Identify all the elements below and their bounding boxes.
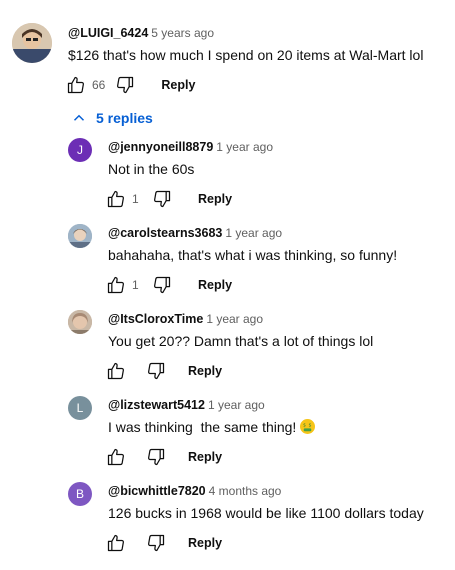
comment-text-body: I was thinking the same thing!	[108, 419, 297, 435]
like-button[interactable]	[104, 445, 128, 469]
dislike-button[interactable]	[150, 273, 174, 297]
reply-button[interactable]: Reply	[198, 278, 232, 292]
thumbs-up-icon	[67, 76, 84, 94]
thumbs-up-icon	[107, 448, 124, 466]
comment-header: @LUIGI_6424 5 years ago	[68, 26, 214, 40]
comment-actions: Reply	[104, 359, 222, 383]
thumbs-up-icon	[107, 190, 124, 208]
comment-text: $126 that's how much I spend on 20 items…	[68, 47, 424, 63]
timestamp[interactable]: 1 year ago	[216, 140, 273, 154]
like-count: 1	[132, 278, 139, 292]
comment-actions: 66 Reply	[64, 73, 195, 97]
avatar-letter: L	[76, 401, 84, 415]
reply-button[interactable]: Reply	[188, 450, 222, 464]
dislike-button[interactable]	[144, 531, 168, 555]
replies-toggle-label: 5 replies	[96, 110, 153, 126]
avatar-photo-icon	[68, 310, 92, 334]
avatar[interactable]	[68, 310, 92, 334]
comment-actions: 1 Reply	[104, 273, 232, 297]
avatar[interactable]	[68, 224, 92, 248]
comment-header: @ItsCloroxTime 1 year ago	[108, 312, 263, 326]
thumbs-down-icon	[154, 276, 171, 294]
money-mouth-face-icon: $ $	[300, 419, 316, 434]
avatar-letter: J	[77, 143, 83, 157]
author-name[interactable]: @LUIGI_6424	[68, 26, 148, 40]
thumbs-up-icon	[107, 276, 124, 294]
comment-header: @bicwhittle7820 4 months ago	[108, 484, 281, 498]
like-button[interactable]	[104, 187, 128, 211]
timestamp[interactable]: 5 years ago	[151, 26, 214, 40]
thumbs-down-icon	[148, 362, 165, 380]
comment-actions: Reply	[104, 445, 222, 469]
author-name[interactable]: @jennyoneill8879	[108, 140, 213, 154]
dislike-button[interactable]	[144, 445, 168, 469]
author-name[interactable]: @carolstearns3683	[108, 226, 222, 240]
thumbs-down-icon	[117, 76, 134, 94]
comment-header: @jennyoneill8879 1 year ago	[108, 140, 273, 154]
reply-button[interactable]: Reply	[188, 364, 222, 378]
avatar[interactable]: L	[68, 396, 92, 420]
dislike-button[interactable]	[150, 187, 174, 211]
svg-text:$: $	[309, 423, 312, 429]
dislike-button[interactable]	[144, 359, 168, 383]
replies-toggle[interactable]: 5 replies	[70, 109, 153, 127]
like-count: 1	[132, 192, 139, 206]
timestamp[interactable]: 1 year ago	[208, 398, 265, 412]
like-button[interactable]	[104, 531, 128, 555]
comment-header: @lizstewart5412 1 year ago	[108, 398, 265, 412]
author-name[interactable]: @ItsCloroxTime	[108, 312, 203, 326]
author-name[interactable]: @bicwhittle7820	[108, 484, 206, 498]
comment-text: 126 bucks in 1968 would be like 1100 dol…	[108, 505, 424, 521]
reply-button[interactable]: Reply	[188, 536, 222, 550]
avatar-letter: B	[75, 487, 84, 501]
reply-button[interactable]: Reply	[198, 192, 232, 206]
like-button[interactable]	[104, 359, 128, 383]
author-name[interactable]: @lizstewart5412	[108, 398, 205, 412]
like-button[interactable]	[104, 273, 128, 297]
timestamp[interactable]: 4 months ago	[209, 484, 282, 498]
timestamp[interactable]: 1 year ago	[206, 312, 263, 326]
comment-actions: Reply	[104, 531, 222, 555]
comment-text: You get 20?? Damn that's a lot of things…	[108, 333, 374, 349]
avatar-photo-icon	[12, 23, 52, 63]
dislike-button[interactable]	[113, 73, 137, 97]
comment-text: I was thinking the same thing! $ $	[108, 419, 316, 435]
reply-button[interactable]: Reply	[161, 78, 195, 92]
comment-actions: 1 Reply	[104, 187, 232, 211]
avatar-photo-icon	[68, 224, 92, 248]
comment-text: bahahaha, that's what i was thinking, so…	[108, 247, 398, 263]
thumbs-down-icon	[154, 190, 171, 208]
avatar[interactable]	[12, 23, 52, 63]
chevron-up-icon	[73, 114, 85, 121]
avatar[interactable]: J	[68, 138, 92, 162]
like-button[interactable]	[64, 73, 88, 97]
svg-text:$: $	[303, 423, 306, 429]
thumbs-up-icon	[107, 534, 124, 552]
thumbs-down-icon	[148, 448, 165, 466]
comment-text: Not in the 60s	[108, 161, 195, 177]
timestamp[interactable]: 1 year ago	[225, 226, 282, 240]
thumbs-down-icon	[148, 534, 165, 552]
comment-header: @carolstearns3683 1 year ago	[108, 226, 282, 240]
thumbs-up-icon	[107, 362, 124, 380]
avatar[interactable]: B	[68, 482, 92, 506]
like-count: 66	[92, 78, 106, 92]
